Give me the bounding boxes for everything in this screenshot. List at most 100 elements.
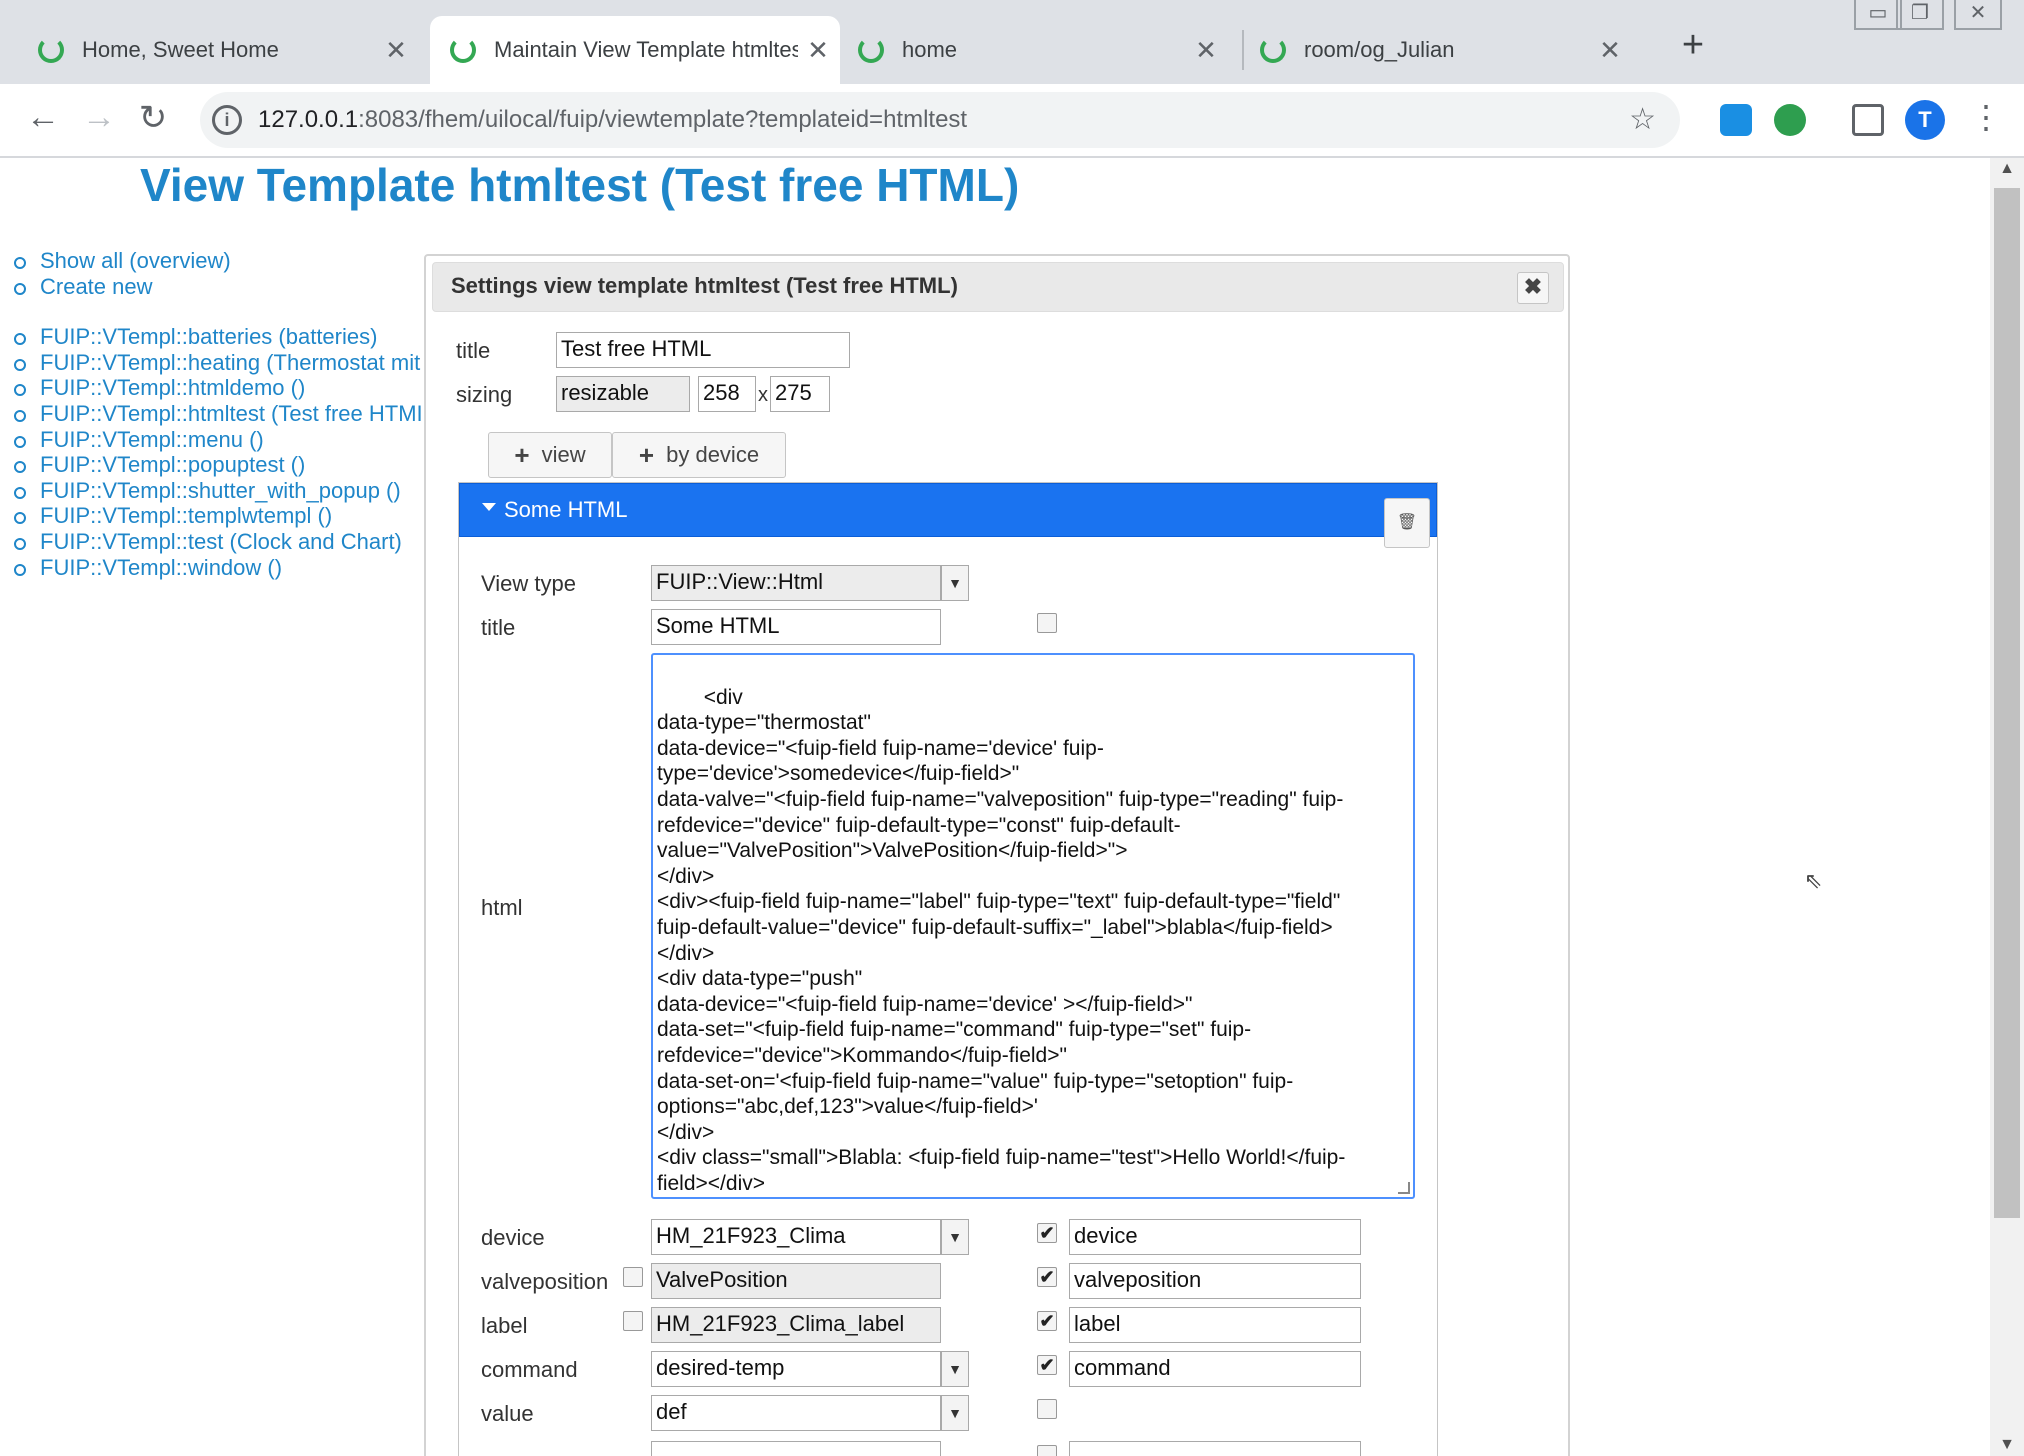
section-title: Some HTML (504, 497, 628, 522)
html-textarea[interactable]: <div data-type="thermostat" data-device=… (651, 653, 1415, 1199)
partial-row-param-input[interactable] (1069, 1441, 1361, 1456)
value-param-checkbox[interactable] (1037, 1399, 1057, 1419)
sidebar-nav: Show all (overview) Create new FUIP::VTe… (12, 248, 426, 580)
restore-button[interactable]: ❐ (1896, 0, 1944, 30)
browser-menu-icon[interactable]: ⋮ (1970, 98, 2002, 136)
template-link[interactable]: FUIP::VTempl::htmldemo () (12, 375, 426, 401)
valveposition-input[interactable]: ValvePosition (651, 1263, 941, 1299)
add-by-device-button[interactable]: + by device (612, 432, 786, 478)
field-label-command: command (481, 1357, 578, 1382)
scroll-up-icon[interactable]: ▲ (1990, 160, 2024, 178)
reload-button[interactable]: ↻ (128, 98, 178, 138)
chevron-down-icon[interactable]: ▼ (941, 1395, 969, 1431)
chevron-down-icon[interactable]: ▼ (941, 1351, 969, 1387)
label-default-checkbox[interactable] (623, 1311, 643, 1331)
template-link[interactable]: FUIP::VTempl::batteries (batteries) (12, 324, 426, 350)
html-content: <div data-type="thermostat" data-device=… (657, 685, 1346, 1195)
view-type-select[interactable]: FUIP::View::Html (651, 565, 941, 601)
label-param-input[interactable]: label (1069, 1307, 1361, 1343)
command-param-checkbox[interactable]: ✔ (1037, 1355, 1057, 1375)
tab-room-og-julian[interactable]: room/og_Julian ✕ (1244, 16, 1644, 84)
template-link[interactable]: FUIP::VTempl::shutter_with_popup () (12, 478, 426, 504)
forward-button[interactable]: → (74, 98, 124, 137)
caret-down-icon (482, 503, 496, 511)
extension-check-icon[interactable] (1720, 104, 1752, 136)
valveposition-param-checkbox[interactable]: ✔ (1037, 1267, 1057, 1287)
close-tab-icon[interactable]: ✕ (798, 35, 838, 66)
tab-title: Home, Sweet Home (82, 37, 279, 62)
section-title-input[interactable]: Some HTML (651, 609, 941, 645)
loading-icon (38, 37, 64, 63)
close-window-button[interactable]: ✕ (1954, 0, 2002, 30)
settings-dialog: Settings view template htmltest (Test fr… (424, 254, 1570, 1456)
width-input[interactable]: 258 (698, 376, 756, 412)
resize-grip-icon[interactable] (1398, 1182, 1410, 1194)
partial-row-input[interactable] (651, 1441, 941, 1456)
template-link[interactable]: FUIP::VTempl::window () (12, 555, 426, 581)
template-title-input[interactable]: Test free HTML (556, 332, 850, 368)
close-tab-icon[interactable]: ✕ (1186, 35, 1226, 66)
page-scrollbar[interactable]: ▲ ▼ (1990, 158, 2024, 1456)
title-checkbox[interactable] (1037, 613, 1057, 633)
loading-icon (858, 37, 884, 63)
profile-avatar[interactable]: T (1905, 100, 1945, 140)
page-content: View Template htmltest (Test free HTML) … (0, 158, 1990, 1456)
dialog-header: Settings view template htmltest (Test fr… (432, 262, 1564, 312)
back-button[interactable]: ← (18, 98, 68, 137)
sizing-select[interactable]: resizable (556, 376, 690, 412)
template-link[interactable]: FUIP::VTempl::heating (Thermostat mit (12, 350, 426, 376)
new-tab-button[interactable]: + (1668, 24, 1718, 67)
value-select[interactable]: def (651, 1395, 941, 1431)
valveposition-param-input[interactable]: valveposition (1069, 1263, 1361, 1299)
label-param-checkbox[interactable]: ✔ (1037, 1311, 1057, 1331)
template-link[interactable]: FUIP::VTempl::popuptest () (12, 452, 426, 478)
address-url[interactable]: 127.0.0.1:8083/fhem/uilocal/fuip/viewtem… (258, 106, 967, 134)
plus-icon: + (514, 439, 530, 470)
chevron-down-icon[interactable]: ▼ (941, 565, 969, 601)
device-param-input[interactable]: device (1069, 1219, 1361, 1255)
chevron-down-icon[interactable]: ▼ (941, 1219, 969, 1255)
trash-icon[interactable]: 🗑 (1384, 498, 1430, 548)
html-label: html (481, 895, 523, 920)
command-select[interactable]: desired-temp (651, 1351, 941, 1387)
browser-toolbar: ← → ↻ i 127.0.0.1:8083/fhem/uilocal/fuip… (0, 84, 2024, 158)
bookmark-star-icon[interactable]: ☆ (1629, 102, 1656, 137)
tab-home-sweet-home[interactable]: Home, Sweet Home ✕ (0, 16, 430, 84)
template-link[interactable]: FUIP::VTempl::test (Clock and Chart) (12, 529, 426, 555)
partial-row-checkbox[interactable] (1037, 1445, 1057, 1456)
scroll-down-icon[interactable]: ▼ (1990, 1436, 2024, 1454)
minimize-button[interactable]: ▭ (1854, 0, 1902, 30)
title-label: title (456, 338, 491, 363)
close-tab-icon[interactable]: ✕ (376, 35, 416, 66)
valveposition-default-checkbox[interactable] (623, 1267, 643, 1287)
command-param-input[interactable]: command (1069, 1351, 1361, 1387)
add-view-button[interactable]: + view (488, 432, 612, 478)
extension-shield-icon[interactable] (1774, 104, 1806, 136)
label-input[interactable]: HM_21F923_Clima_label (651, 1307, 941, 1343)
template-link[interactable]: FUIP::VTempl::templwtempl () (12, 503, 426, 529)
add-by-device-label: by device (666, 442, 760, 467)
sidebar-link-create-new[interactable]: Create new (12, 274, 426, 300)
loading-icon (450, 37, 476, 63)
scrollbar-thumb[interactable] (1994, 188, 2020, 1218)
tab-maintain-view-template[interactable]: Maintain View Template htmltest ✕ (430, 16, 840, 84)
address-bar[interactable]: i 127.0.0.1:8083/fhem/uilocal/fuip/viewt… (200, 92, 1680, 148)
tab-title: home (902, 37, 958, 62)
height-input[interactable]: 275 (770, 376, 830, 412)
dialog-title: Settings view template htmltest (Test fr… (451, 273, 958, 298)
device-select[interactable]: HM_21F923_Clima (651, 1219, 941, 1255)
add-view-label: view (541, 442, 586, 467)
template-link[interactable]: FUIP::VTempl::htmltest (Test free HTMI (12, 401, 426, 427)
field-label-device: device (481, 1225, 545, 1250)
cast-icon[interactable] (1852, 104, 1884, 136)
page-title: View Template htmltest (Test free HTML) (140, 159, 1020, 211)
close-tab-icon[interactable]: ✕ (1590, 35, 1630, 66)
site-info-icon[interactable]: i (212, 105, 242, 135)
template-link[interactable]: FUIP::VTempl::menu () (12, 427, 426, 453)
dialog-close-button[interactable]: ✖ (1517, 272, 1549, 304)
sidebar-link-show-all[interactable]: Show all (overview) (12, 248, 426, 274)
section-header[interactable]: Some HTML 🗑 (459, 483, 1437, 548)
device-param-checkbox[interactable]: ✔ (1037, 1223, 1057, 1243)
tab-home[interactable]: home ✕ (840, 16, 1240, 84)
size-separator: x (758, 384, 768, 406)
